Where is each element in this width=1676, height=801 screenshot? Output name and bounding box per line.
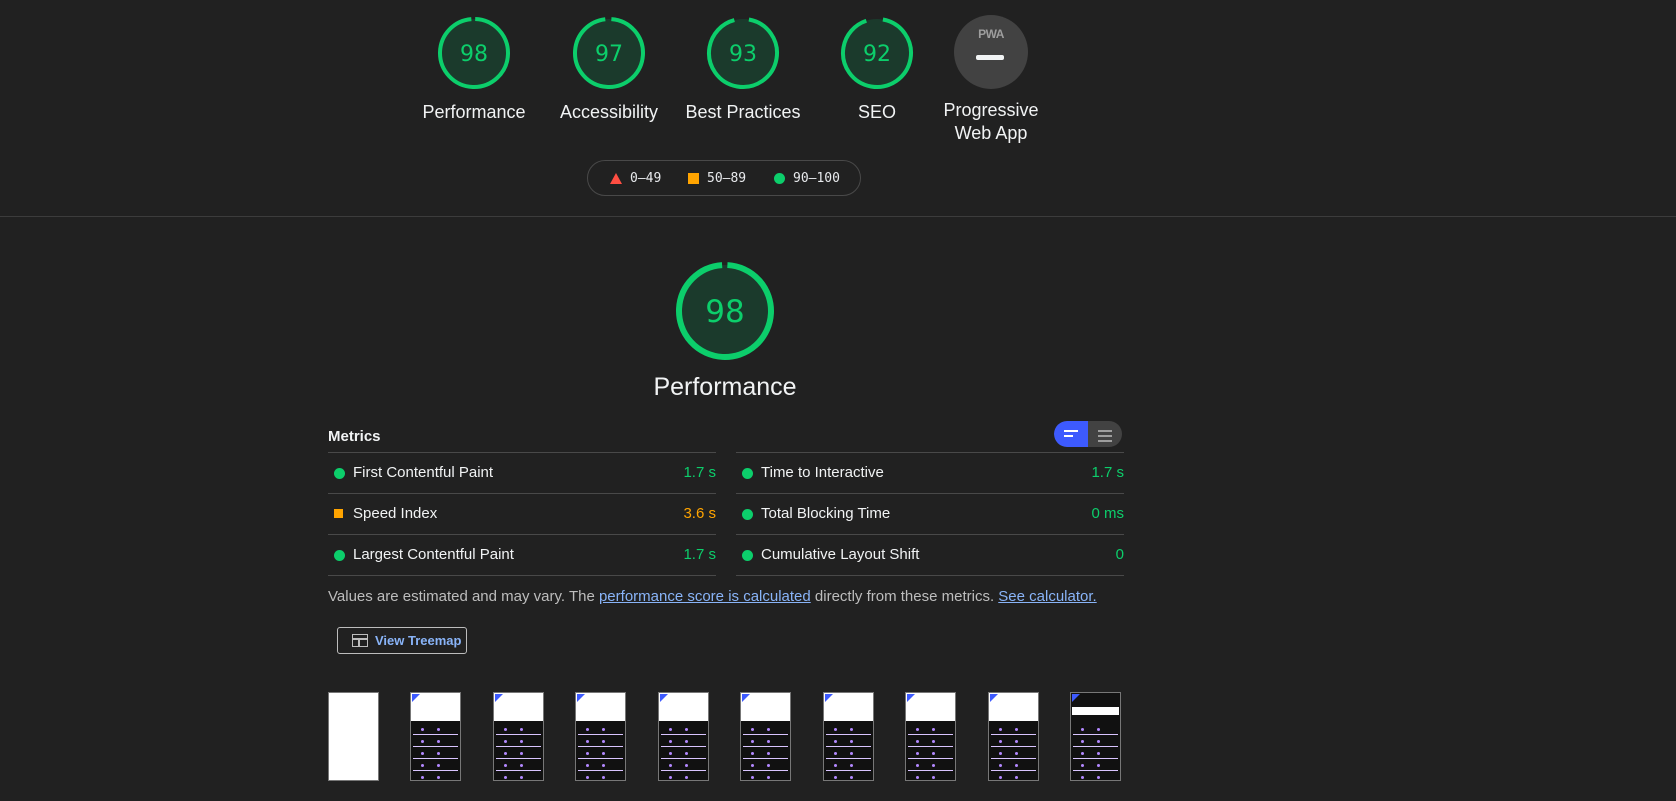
metric-name: Speed Index (353, 505, 438, 522)
note-middle: directly from these metrics. (810, 588, 999, 605)
pass-circle-icon (742, 468, 753, 479)
metrics-note: Values are estimated and may vary. The p… (328, 588, 1097, 605)
metric-value: 3.6 s (683, 505, 716, 522)
filmstrip-frame[interactable] (328, 692, 379, 781)
pwa-icon: PWA (978, 27, 1004, 41)
metric-speed-index: Speed Index 3.6 s (328, 493, 716, 534)
performance-gauge: 98 Performance (620, 260, 830, 402)
gauge-score: 92 (863, 42, 891, 67)
gauge-performance[interactable]: 98 Performance (404, 15, 544, 124)
view-treemap-button[interactable]: View Treemap (337, 627, 467, 654)
metrics-view-toggle[interactable] (1054, 421, 1122, 447)
square-icon (688, 173, 699, 184)
treemap-icon (352, 634, 368, 647)
metric-value: 0 (1115, 546, 1124, 563)
pwa-label-line2: Web App (954, 123, 1028, 143)
metric-cumulative-layout-shift: Cumulative Layout Shift 0 (736, 534, 1124, 576)
gauge-pwa[interactable]: PWA Progressive Web App (921, 15, 1061, 145)
gauge-score: 98 (460, 42, 488, 67)
filmstrip-frame[interactable] (493, 692, 544, 781)
gauge-accessibility[interactable]: 97 Accessibility (539, 15, 679, 124)
metric-value: 0 ms (1091, 505, 1124, 522)
filmstrip-frame[interactable] (905, 692, 956, 781)
compact-lines-icon (1064, 430, 1078, 440)
circle-icon (774, 173, 785, 184)
pass-circle-icon (742, 509, 753, 520)
pass-circle-icon (334, 550, 345, 561)
gauge-ring: 93 (707, 17, 779, 89)
legend-pass: 90–100 (774, 171, 840, 186)
performance-title: Performance (653, 373, 797, 401)
score-legend: 0–49 50–89 90–100 (587, 160, 861, 196)
legend-pass-label: 90–100 (793, 171, 840, 186)
expanded-view-button[interactable] (1088, 421, 1122, 447)
metrics-title: Metrics (328, 428, 381, 445)
metric-name: Largest Contentful Paint (353, 546, 514, 563)
performance-score: 98 (705, 294, 744, 330)
metrics-column-left: First Contentful Paint 1.7 s Speed Index… (328, 452, 716, 576)
filmstrip-frame[interactable] (1070, 692, 1121, 781)
metric-value: 1.7 s (683, 464, 716, 481)
metric-total-blocking-time: Total Blocking Time 0 ms (736, 493, 1124, 534)
pass-circle-icon (334, 468, 345, 479)
performance-score-link[interactable]: performance score is calculated (599, 588, 811, 605)
metric-name: Total Blocking Time (761, 505, 891, 522)
pwa-badge: PWA (954, 15, 1028, 89)
expanded-lines-icon (1098, 430, 1112, 445)
triangle-icon (610, 173, 622, 184)
compact-view-button[interactable] (1054, 421, 1088, 447)
gauge-ring: 97 (573, 17, 645, 89)
average-square-icon (334, 509, 343, 518)
filmstrip-frame[interactable] (823, 692, 874, 781)
metric-name: Time to Interactive (761, 464, 884, 481)
metric-value: 1.7 s (683, 546, 716, 563)
metric-name: Cumulative Layout Shift (761, 546, 920, 563)
filmstrip-frame[interactable] (740, 692, 791, 781)
performance-gauge-ring: 98 (676, 262, 774, 360)
pwa-dash (976, 55, 1004, 60)
metric-largest-contentful-paint: Largest Contentful Paint 1.7 s (328, 534, 716, 576)
note-prefix: Values are estimated and may vary. The (328, 588, 599, 605)
filmstrip-frame[interactable] (575, 692, 626, 781)
metric-first-contentful-paint: First Contentful Paint 1.7 s (328, 452, 716, 493)
legend-average: 50–89 (688, 171, 746, 186)
gauge-label: Accessibility (559, 102, 659, 122)
metric-value: 1.7 s (1091, 464, 1124, 481)
gauge-score: 97 (595, 42, 623, 67)
filmstrip (328, 692, 1122, 782)
filmstrip-frame[interactable] (658, 692, 709, 781)
pwa-label-line1: Progressive (943, 100, 1039, 120)
section-divider (0, 216, 1676, 217)
see-calculator-link[interactable]: See calculator. (998, 588, 1096, 605)
view-treemap-label: View Treemap (375, 633, 462, 648)
filmstrip-frame[interactable] (988, 692, 1039, 781)
gauge-score: 93 (729, 42, 757, 67)
pass-circle-icon (742, 550, 753, 561)
gauge-ring: 98 (438, 16, 510, 89)
metric-name: First Contentful Paint (353, 464, 494, 481)
filmstrip-frame[interactable] (410, 692, 461, 781)
legend-fail: 0–49 (610, 171, 661, 186)
gauge-ring: 92 (841, 17, 913, 89)
metric-time-to-interactive: Time to Interactive 1.7 s (736, 452, 1124, 493)
gauge-label: Progressive Web App (921, 99, 1061, 145)
gauge-label: Performance (422, 102, 526, 122)
gauge-label: Best Practices (685, 102, 801, 122)
metrics-column-right: Time to Interactive 1.7 s Total Blocking… (736, 452, 1124, 576)
legend-average-label: 50–89 (707, 171, 747, 186)
category-gauges: 98 Performance 97 Accessibility 93 Best … (0, 0, 1676, 215)
legend-fail-label: 0–49 (630, 171, 662, 186)
gauge-best-practices[interactable]: 93 Best Practices (673, 15, 813, 124)
